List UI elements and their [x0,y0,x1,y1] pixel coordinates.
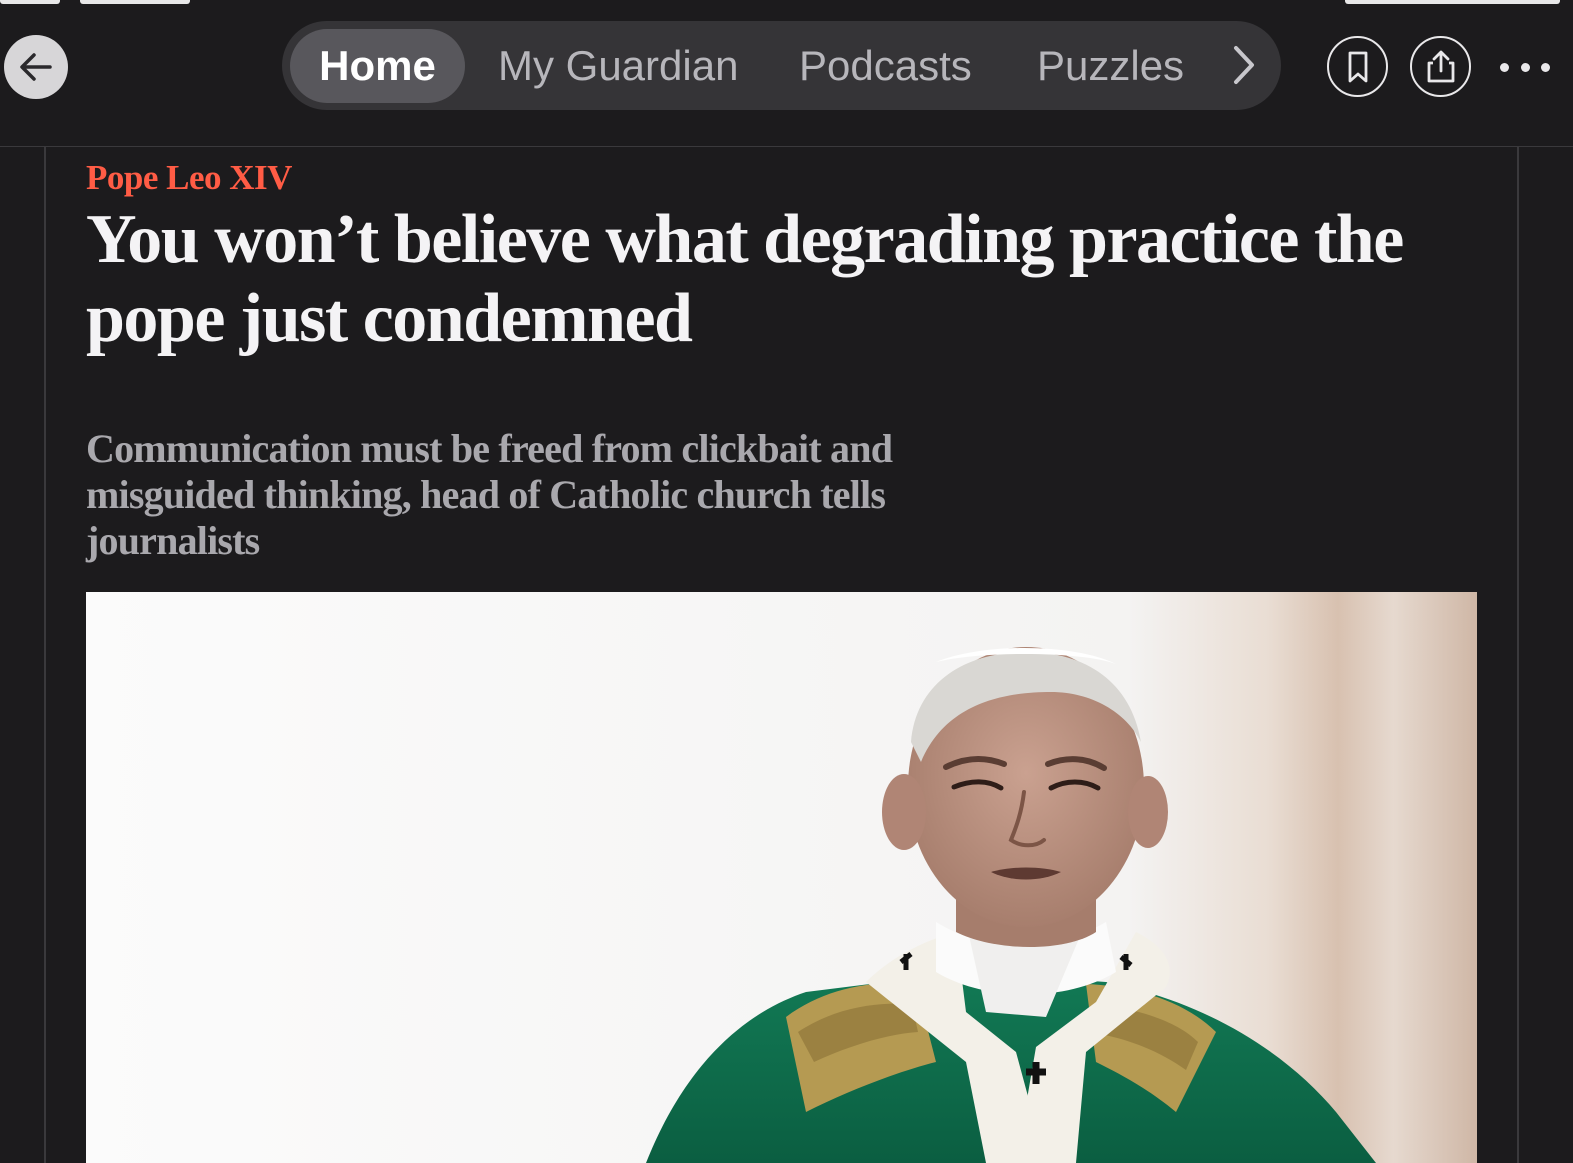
article-right-border [1517,146,1519,1163]
bookmark-button[interactable] [1327,36,1388,97]
pope-photo-illustration [86,592,1477,1163]
guardian-article-screen: Home My Guardian Podcasts Puzzles Pope L… [0,0,1573,1163]
bookmark-icon [1348,51,1367,82]
tab-home[interactable]: Home [290,29,465,103]
status-bar-indicators [1345,0,1560,4]
tab-podcasts[interactable]: Podcasts [799,29,972,103]
tab-my-guardian[interactable]: My Guardian [498,29,738,103]
article-standfirst: Communication must be freed from clickba… [86,426,893,563]
article-kicker[interactable]: Pope Leo XIV [86,158,292,198]
article-headline: You won’t believe what degrading practic… [86,201,1404,357]
share-button[interactable] [1410,36,1471,97]
section-tab-bar: Home My Guardian Podcasts Puzzles [282,21,1281,110]
more-options-button[interactable] [1500,50,1550,84]
status-bar-time [0,0,60,4]
article-lead-photo[interactable] [86,592,1477,1163]
arrow-left-icon [20,53,52,81]
status-bar-date [80,0,190,4]
ellipsis-icon [1500,62,1509,72]
share-icon [1427,50,1454,82]
top-navigation-bar: Home My Guardian Podcasts Puzzles [0,0,1573,147]
back-button[interactable] [4,35,68,99]
chevron-right-icon[interactable] [1229,43,1259,87]
tab-puzzles[interactable]: Puzzles [1037,29,1184,103]
article-left-border [44,146,46,1163]
